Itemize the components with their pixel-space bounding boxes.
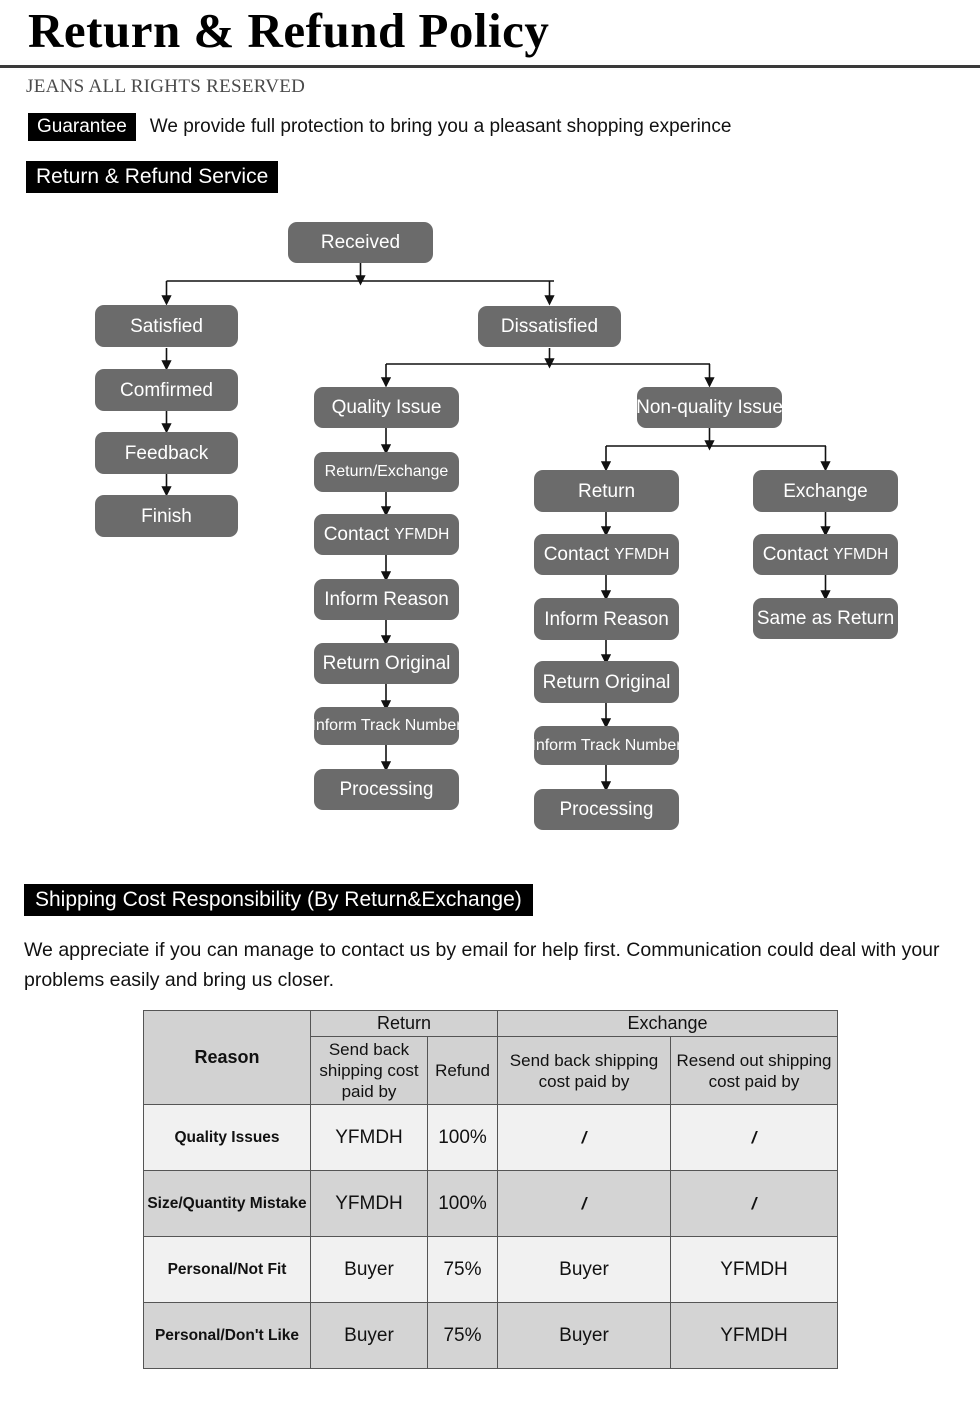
flow-node-return-return-original[interactable]: Return Original — [534, 661, 679, 703]
cell-return-sendback: Buyer — [310, 1236, 428, 1303]
cell-exchange-resend: / — [670, 1170, 838, 1237]
table-body: Quality Issues YFMDH 100% / / Size/Quant… — [143, 1104, 838, 1369]
table-row: Personal/Not Fit Buyer 75% Buyer YFMDH — [143, 1236, 838, 1303]
col-return-sendback: Send back shipping cost paid by — [310, 1036, 428, 1105]
flow-node-return-inform-reason[interactable]: Inform Reason — [534, 598, 679, 640]
cell-reason: Quality Issues — [143, 1104, 311, 1171]
cell-exchange-resend: YFMDH — [670, 1302, 838, 1369]
flow-node-finish[interactable]: Finish — [95, 495, 238, 537]
table-row: Personal/Don't Like Buyer 75% Buyer YFMD… — [143, 1302, 838, 1369]
flow-node-return-contact[interactable]: Contact YFMDH — [534, 534, 679, 575]
flow-node-quality-contact-suffix: YFMDH — [394, 525, 450, 543]
shipping-cost-section: Shipping Cost Responsibility (By Return&… — [24, 884, 533, 916]
cell-reason: Personal/Not Fit — [143, 1236, 311, 1303]
flow-node-quality-contact-label: Contact — [323, 524, 390, 545]
flow-node-feedback[interactable]: Feedback — [95, 432, 238, 474]
flow-node-comfirmed[interactable]: Comfirmed — [95, 369, 238, 411]
cell-return-sendback: YFMDH — [310, 1170, 428, 1237]
table-row: Quality Issues YFMDH 100% / / — [143, 1104, 838, 1171]
shipping-paragraph: We appreciate if you can manage to conta… — [24, 939, 940, 991]
flow-node-quality-processing[interactable]: Processing — [314, 769, 459, 810]
flow-node-return-contact-suffix: YFMDH — [614, 545, 670, 563]
cell-exchange-sendback: / — [497, 1170, 671, 1237]
cell-reason: Size/Quantity Mistake — [143, 1170, 311, 1237]
cell-refund: 100% — [427, 1104, 498, 1171]
table-row: Size/Quantity Mistake YFMDH 100% / / — [143, 1170, 838, 1237]
col-refund: Refund — [427, 1036, 498, 1105]
flow-node-exchange-contact-suffix: YFMDH — [833, 545, 889, 563]
flow-node-quality-contact[interactable]: Contact YFMDH — [314, 514, 459, 555]
col-reason: Reason — [143, 1010, 311, 1105]
flow-node-exchange-contact-label: Contact — [762, 544, 829, 565]
flow-node-received[interactable]: Received — [288, 222, 433, 263]
cell-exchange-sendback: / — [497, 1104, 671, 1171]
flow-node-dissatisfied[interactable]: Dissatisfied — [478, 306, 621, 347]
cell-exchange-sendback: Buyer — [497, 1302, 671, 1369]
shipping-cost-table: Reason Return Exchange Send back shippin… — [143, 1010, 838, 1369]
flow-node-return[interactable]: Return — [534, 470, 679, 512]
cell-reason: Personal/Don't Like — [143, 1302, 311, 1369]
flow-node-exchange[interactable]: Exchange — [753, 470, 898, 512]
col-exchange-resend: Resend out shipping cost paid by — [670, 1036, 838, 1105]
col-exchange-sendback: Send back shipping cost paid by — [497, 1036, 671, 1105]
cell-return-sendback: YFMDH — [310, 1104, 428, 1171]
col-group-return: Return — [310, 1010, 498, 1037]
shipping-cost-badge: Shipping Cost Responsibility (By Return&… — [24, 884, 533, 916]
flow-node-return-contact-label: Contact — [543, 544, 610, 565]
cell-refund: 75% — [427, 1236, 498, 1303]
flow-node-return-inform-track[interactable]: Inform Track Number — [531, 726, 682, 765]
cell-exchange-sendback: Buyer — [497, 1236, 671, 1303]
flow-node-exchange-same-as-return[interactable]: Same as Return — [753, 598, 898, 639]
cell-return-sendback: Buyer — [310, 1302, 428, 1369]
flow-node-quality-inform-reason[interactable]: Inform Reason — [314, 579, 459, 620]
flow-node-non-quality-issue[interactable]: Non-quality Issue — [636, 387, 783, 428]
col-group-exchange: Exchange — [497, 1010, 838, 1037]
return-refund-flowchart: Received Satisfied Comfirmed Feedback Fi… — [0, 0, 980, 870]
flow-node-quality-issue[interactable]: Quality Issue — [314, 387, 459, 428]
cell-refund: 75% — [427, 1302, 498, 1369]
flow-node-quality-inform-track[interactable]: Inform Track Number — [311, 707, 462, 745]
table-head: Reason Return Exchange Send back shippin… — [143, 1010, 838, 1105]
cell-exchange-resend: / — [670, 1104, 838, 1171]
table-header-group-row: Reason Return Exchange — [143, 1010, 838, 1105]
flow-node-return-processing[interactable]: Processing — [534, 789, 679, 830]
flow-node-exchange-contact[interactable]: Contact YFMDH — [753, 534, 898, 575]
flow-node-quality-return-original[interactable]: Return Original — [314, 643, 459, 684]
cell-exchange-resend: YFMDH — [670, 1236, 838, 1303]
flow-node-return-exchange[interactable]: Return/Exchange — [314, 452, 459, 492]
flow-node-satisfied[interactable]: Satisfied — [95, 305, 238, 347]
cell-refund: 100% — [427, 1170, 498, 1237]
